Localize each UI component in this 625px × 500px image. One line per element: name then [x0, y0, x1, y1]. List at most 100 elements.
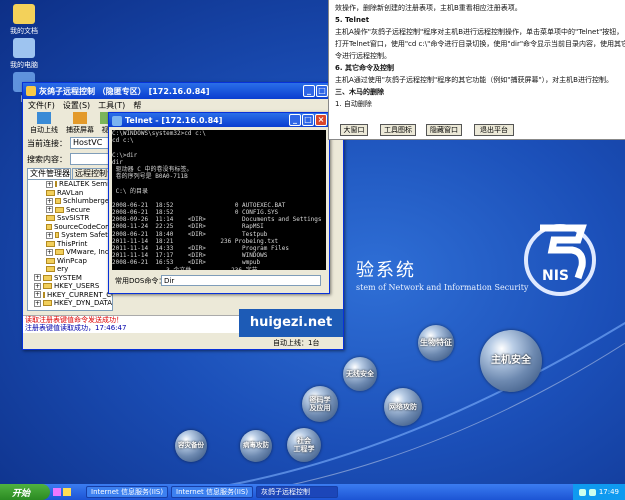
folder-icon[interactable]	[63, 488, 71, 496]
quick-launch	[53, 488, 83, 496]
folder-icon	[46, 257, 55, 264]
toolbar-label: 捕获屏幕	[66, 126, 94, 134]
tree-item[interactable]: SsvSISTR	[28, 214, 112, 223]
tree-item-label: Secure	[66, 205, 91, 214]
system-tray: 17:49	[572, 484, 625, 500]
console-line: 2008-09-26 11:14 <DIR> Documents and Set…	[112, 216, 322, 224]
large-window-button[interactable]: 大窗口	[340, 124, 368, 136]
folder-icon	[55, 249, 64, 256]
bubble-crypto[interactable]: 密码学 及应用	[302, 386, 338, 422]
folder-icon	[46, 189, 55, 196]
tree-item[interactable]: + VMware, Inc.	[28, 248, 112, 257]
tool-icon-button[interactable]: 工具图标	[380, 124, 416, 136]
close-button[interactable]: ×	[315, 114, 327, 126]
tree-item[interactable]: ery	[28, 265, 112, 274]
expand-icon[interactable]: +	[34, 299, 41, 307]
tray-volume-icon[interactable]	[588, 488, 596, 496]
tree-item[interactable]: + Schlumberger	[28, 197, 112, 206]
status-text: 自动上线：1台	[273, 339, 320, 347]
hide-window-button[interactable]: 隐藏窗口	[426, 124, 462, 136]
expand-icon[interactable]: +	[34, 274, 41, 282]
search-label: 搜索内容：	[27, 154, 67, 164]
desktop-icon-my-documents[interactable]: 我的文档	[4, 4, 44, 36]
tree-item[interactable]: + Secure	[28, 206, 112, 215]
auto-online-button[interactable]: 自动上线	[27, 112, 61, 135]
wallpaper-title: 验系统	[356, 260, 416, 281]
taskbar-item-iis-2[interactable]: Internet 信息服务(IIS)	[171, 486, 253, 498]
tree-item[interactable]: + REALTEK Semic	[28, 180, 112, 189]
console-line: dir	[112, 158, 123, 166]
screen-icon	[73, 112, 87, 124]
bubble-host-security[interactable]: 主机安全	[480, 330, 542, 392]
tree-item-label: WinPcap	[57, 256, 87, 265]
connection-label: 当前连接：	[27, 138, 67, 148]
telnet-console[interactable]: C:\WINDOWS\system32>cd c:\ cd c:\ C:\>dir d…	[112, 130, 326, 270]
taskbar: 开始 Internet 信息服务(IIS) Internet 信息服务(IIS)…	[0, 484, 625, 500]
bubble-network-attack[interactable]: 网络攻防	[384, 388, 422, 426]
minimize-button[interactable]: _	[289, 114, 301, 126]
expand-icon[interactable]: +	[46, 231, 53, 239]
bubble-label: 密码学 及应用	[309, 395, 331, 412]
dos-command-label: 常用DOS命令：	[115, 277, 166, 285]
bubble-social-engineering[interactable]: 社会 工程学	[287, 428, 321, 462]
remote-control-titlebar[interactable]: 灰鸽子远程控制 （隐匿专区） [172.16.0.84] _ □ ×	[23, 83, 343, 99]
console-line: C:\>dir	[112, 151, 138, 159]
exit-platform-button[interactable]: 退出平台	[474, 124, 514, 136]
tree-item[interactable]: ThisPrint	[28, 240, 112, 249]
bubble-virus[interactable]: 病毒攻防	[240, 430, 272, 462]
menu-tools[interactable]: 工具(T)	[98, 100, 125, 111]
capture-screen-button[interactable]: 捕获屏幕	[63, 112, 97, 135]
expand-icon[interactable]: +	[34, 291, 41, 299]
registry-tree: + REALTEK Semic RAVLan + Schlumberger + Secure…	[27, 179, 113, 311]
menu-settings[interactable]: 设置(S)	[63, 100, 90, 111]
console-line: 3 个文件 236 字节	[112, 267, 326, 270]
console-line: cd c:\	[112, 137, 134, 145]
minimize-button[interactable]: _	[303, 85, 315, 97]
expand-icon[interactable]: +	[34, 282, 41, 290]
tree-item[interactable]: + System Safety	[28, 231, 112, 240]
start-button[interactable]: 开始	[0, 484, 50, 500]
maximize-button[interactable]: □	[302, 114, 314, 126]
tree-item-label: VMware, Inc.	[66, 248, 111, 256]
window-title: 灰鸽子远程控制 （隐匿专区） [172.16.0.84]	[39, 86, 210, 96]
tree-item[interactable]: + HKEY_DYN_DATA	[28, 299, 112, 308]
console-line: C:\WINDOWS\system32>cd c:\	[112, 130, 206, 137]
maximize-button[interactable]: □	[316, 85, 328, 97]
document-line: 主机A操作"灰鸽子远程控制"程序对主机B进行远程控制操作，单击菜单项中的"Tel…	[335, 28, 624, 36]
folder-icon	[43, 283, 52, 290]
tree-item-label: System Safety	[61, 231, 112, 239]
expand-icon[interactable]: +	[46, 180, 53, 188]
tree-item-label: SourceCodeCom	[54, 222, 112, 231]
taskbar-item-remote-control[interactable]: 灰鸽子远程控制	[256, 486, 338, 498]
taskbar-item-iis-1[interactable]: Internet 信息服务(IIS)	[86, 486, 168, 498]
tree-item-label: RAVLan	[57, 188, 84, 197]
folder-icon	[55, 198, 61, 205]
tree-item[interactable]: WinPcap	[28, 257, 112, 266]
document-line: 令进行远程控制。	[335, 52, 391, 60]
tree-item[interactable]: + SYSTEM	[28, 274, 112, 283]
bubble-wireless-security[interactable]: 无线安全	[343, 357, 377, 391]
tree-item[interactable]: RAVLan	[28, 189, 112, 198]
desktop-icon-my-computer[interactable]: 我的电脑	[4, 38, 44, 70]
tray-network-icon[interactable]	[578, 488, 586, 496]
menu-file[interactable]: 文件(F)	[28, 100, 55, 111]
tree-item[interactable]: + HKEY_CURRENT_CONFIG	[28, 291, 112, 300]
bubble-label: 无线安全	[346, 369, 374, 378]
menu-help[interactable]: 帮	[133, 100, 141, 111]
tree-item[interactable]: + HKEY_USERS	[28, 282, 112, 291]
ie-icon[interactable]	[53, 488, 61, 496]
bubble-disaster-backup[interactable]: 容灾备份	[175, 430, 207, 462]
telnet-titlebar[interactable]: Telnet - [172.16.0.84] _ □ ×	[109, 113, 329, 127]
bubble-biometrics[interactable]: 生物特征	[418, 325, 454, 361]
expand-icon[interactable]: +	[46, 206, 53, 214]
telnet-icon	[112, 116, 122, 126]
dos-command-input[interactable]: Dir	[161, 275, 321, 286]
expand-icon[interactable]: +	[46, 248, 53, 256]
tree-item[interactable]: SourceCodeCom	[28, 223, 112, 232]
expand-icon[interactable]: +	[46, 197, 53, 205]
folder-icon	[46, 223, 53, 230]
tree-item-label: HKEY_DYN_DATA	[53, 299, 112, 307]
folder-icon	[46, 266, 55, 273]
